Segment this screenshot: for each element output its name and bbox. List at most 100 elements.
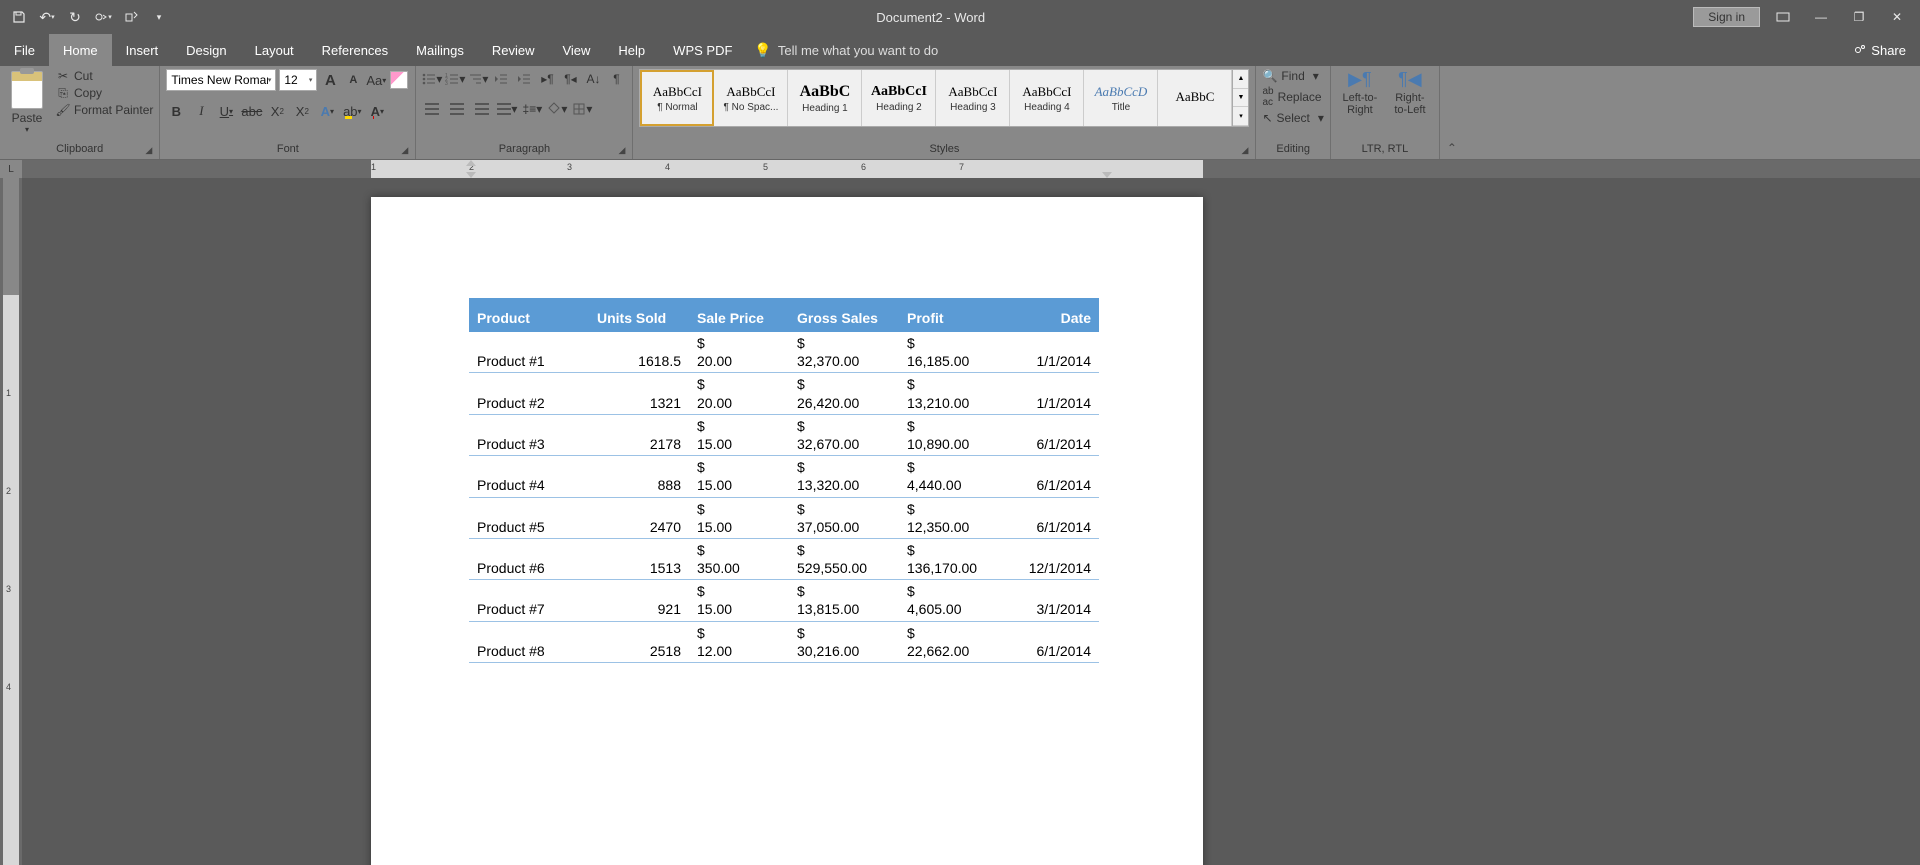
- text-effects-button[interactable]: A▾: [317, 101, 337, 121]
- bullets-button[interactable]: ▾: [422, 69, 442, 89]
- right-indent-marker[interactable]: [1102, 160, 1112, 178]
- style-item[interactable]: AaBbCcIHeading 2: [862, 70, 936, 126]
- tab-view[interactable]: View: [548, 34, 604, 66]
- style-item[interactable]: AaBbCcDTitle: [1084, 70, 1158, 126]
- ltr-button[interactable]: ▶¶ Left-to- Right: [1337, 69, 1383, 116]
- table-header-cell[interactable]: Product: [469, 298, 589, 332]
- show-marks-button[interactable]: ¶: [606, 69, 626, 89]
- vertical-ruler[interactable]: 1234: [0, 178, 22, 865]
- dialog-launcher-icon[interactable]: ◢: [145, 145, 157, 157]
- cell-date[interactable]: 1/1/2014: [999, 373, 1099, 414]
- cell-price[interactable]: $15.00: [689, 414, 789, 455]
- cell-date[interactable]: 6/1/2014: [999, 497, 1099, 538]
- table-row[interactable]: Product #52470$15.00$37,050.00$12,350.00…: [469, 497, 1099, 538]
- cell-units[interactable]: 1321: [589, 373, 689, 414]
- cell-price[interactable]: $350.00: [689, 538, 789, 579]
- cell-profit[interactable]: $10,890.00: [899, 414, 999, 455]
- rtl-text-button[interactable]: ¶◂: [560, 69, 580, 89]
- sort-button[interactable]: A↓: [583, 69, 603, 89]
- table-header-cell[interactable]: Sale Price: [689, 298, 789, 332]
- bold-button[interactable]: B: [166, 101, 186, 121]
- table-row[interactable]: Product #4888$15.00$13,320.00$4,440.006/…: [469, 456, 1099, 497]
- cell-price[interactable]: $15.00: [689, 580, 789, 621]
- dialog-launcher-icon[interactable]: ◢: [1241, 145, 1253, 157]
- tab-references[interactable]: References: [308, 34, 402, 66]
- cell-units[interactable]: 2178: [589, 414, 689, 455]
- subscript-button[interactable]: X2: [267, 101, 287, 121]
- change-case-button[interactable]: Aa▾: [366, 70, 386, 90]
- table-header-cell[interactable]: Profit: [899, 298, 999, 332]
- justify-button[interactable]: ▾: [497, 99, 517, 119]
- cell-product[interactable]: Product #2: [469, 373, 589, 414]
- cell-units[interactable]: 1618.5: [589, 332, 689, 373]
- cell-units[interactable]: 1513: [589, 538, 689, 579]
- strikethrough-button[interactable]: abc: [241, 101, 262, 121]
- tab-help[interactable]: Help: [604, 34, 659, 66]
- cell-date[interactable]: 6/1/2014: [999, 414, 1099, 455]
- numbering-button[interactable]: 123▾: [445, 69, 465, 89]
- cell-product[interactable]: Product #6: [469, 538, 589, 579]
- undo-icon[interactable]: ↶▾: [38, 8, 56, 26]
- tab-mailings[interactable]: Mailings: [402, 34, 478, 66]
- first-line-indent-marker[interactable]: [466, 160, 476, 178]
- tab-file[interactable]: File: [0, 34, 49, 66]
- cut-button[interactable]: ✂Cut: [56, 69, 153, 83]
- style-item[interactable]: AaBbCHeading 1: [788, 70, 862, 126]
- cell-product[interactable]: Product #5: [469, 497, 589, 538]
- cell-gross[interactable]: $529,550.00: [789, 538, 899, 579]
- cell-profit[interactable]: $12,350.00: [899, 497, 999, 538]
- save-icon[interactable]: [10, 8, 28, 26]
- cell-price[interactable]: $12.00: [689, 621, 789, 662]
- cell-profit[interactable]: $22,662.00: [899, 621, 999, 662]
- tab-home[interactable]: Home: [49, 34, 112, 66]
- qat-icon-2[interactable]: [122, 8, 140, 26]
- ltr-text-button[interactable]: ▸¶: [537, 69, 557, 89]
- cell-date[interactable]: 3/1/2014: [999, 580, 1099, 621]
- tab-layout[interactable]: Layout: [241, 34, 308, 66]
- line-spacing-button[interactable]: ‡≡▾: [522, 99, 542, 119]
- tell-me-search[interactable]: 💡 Tell me what you want to do: [754, 34, 938, 66]
- collapse-ribbon-button[interactable]: ⌃: [1440, 66, 1464, 159]
- replace-button[interactable]: abacReplace: [1262, 86, 1323, 108]
- cell-gross[interactable]: $26,420.00: [789, 373, 899, 414]
- maximize-icon[interactable]: ❐: [1844, 7, 1874, 27]
- cell-date[interactable]: 6/1/2014: [999, 456, 1099, 497]
- cell-gross[interactable]: $30,216.00: [789, 621, 899, 662]
- cell-gross[interactable]: $32,670.00: [789, 414, 899, 455]
- style-item[interactable]: AaBbCcIHeading 3: [936, 70, 1010, 126]
- cell-product[interactable]: Product #8: [469, 621, 589, 662]
- close-icon[interactable]: ✕: [1882, 7, 1912, 27]
- cell-date[interactable]: 12/1/2014: [999, 538, 1099, 579]
- cell-product[interactable]: Product #4: [469, 456, 589, 497]
- shading-button[interactable]: ▾: [547, 99, 567, 119]
- cell-price[interactable]: $20.00: [689, 373, 789, 414]
- qat-customize-icon[interactable]: ▾: [150, 8, 168, 26]
- table-header-cell[interactable]: Units Sold: [589, 298, 689, 332]
- cell-gross[interactable]: $13,815.00: [789, 580, 899, 621]
- format-painter-button[interactable]: 🖌Format Painter: [56, 103, 153, 117]
- cell-profit[interactable]: $16,185.00: [899, 332, 999, 373]
- style-item[interactable]: AaBbC: [1158, 70, 1232, 126]
- minimize-icon[interactable]: —: [1806, 7, 1836, 27]
- cell-gross[interactable]: $32,370.00: [789, 332, 899, 373]
- cell-product[interactable]: Product #3: [469, 414, 589, 455]
- select-button[interactable]: ↖Select▾: [1262, 111, 1323, 125]
- table-row[interactable]: Product #21321$20.00$26,420.00$13,210.00…: [469, 373, 1099, 414]
- grow-font-button[interactable]: A: [320, 70, 340, 90]
- cell-price[interactable]: $15.00: [689, 456, 789, 497]
- styles-scroll[interactable]: ▲▼▾: [1232, 70, 1248, 126]
- shrink-font-button[interactable]: A: [343, 70, 363, 90]
- cell-date[interactable]: 1/1/2014: [999, 332, 1099, 373]
- redo-icon[interactable]: ↻: [66, 8, 84, 26]
- table-row[interactable]: Product #82518$12.00$30,216.00$22,662.00…: [469, 621, 1099, 662]
- copy-button[interactable]: ⎘Copy: [56, 86, 153, 100]
- style-item[interactable]: AaBbCcI¶ Normal: [640, 70, 714, 126]
- sign-in-button[interactable]: Sign in: [1693, 7, 1760, 27]
- multilevel-list-button[interactable]: ▾: [468, 69, 488, 89]
- superscript-button[interactable]: X2: [292, 101, 312, 121]
- align-right-button[interactable]: [472, 99, 492, 119]
- horizontal-ruler[interactable]: 1234567: [22, 160, 1920, 178]
- table-header-cell[interactable]: Gross Sales: [789, 298, 899, 332]
- table-row[interactable]: Product #32178$15.00$32,670.00$10,890.00…: [469, 414, 1099, 455]
- ruler-corner[interactable]: L: [0, 160, 22, 178]
